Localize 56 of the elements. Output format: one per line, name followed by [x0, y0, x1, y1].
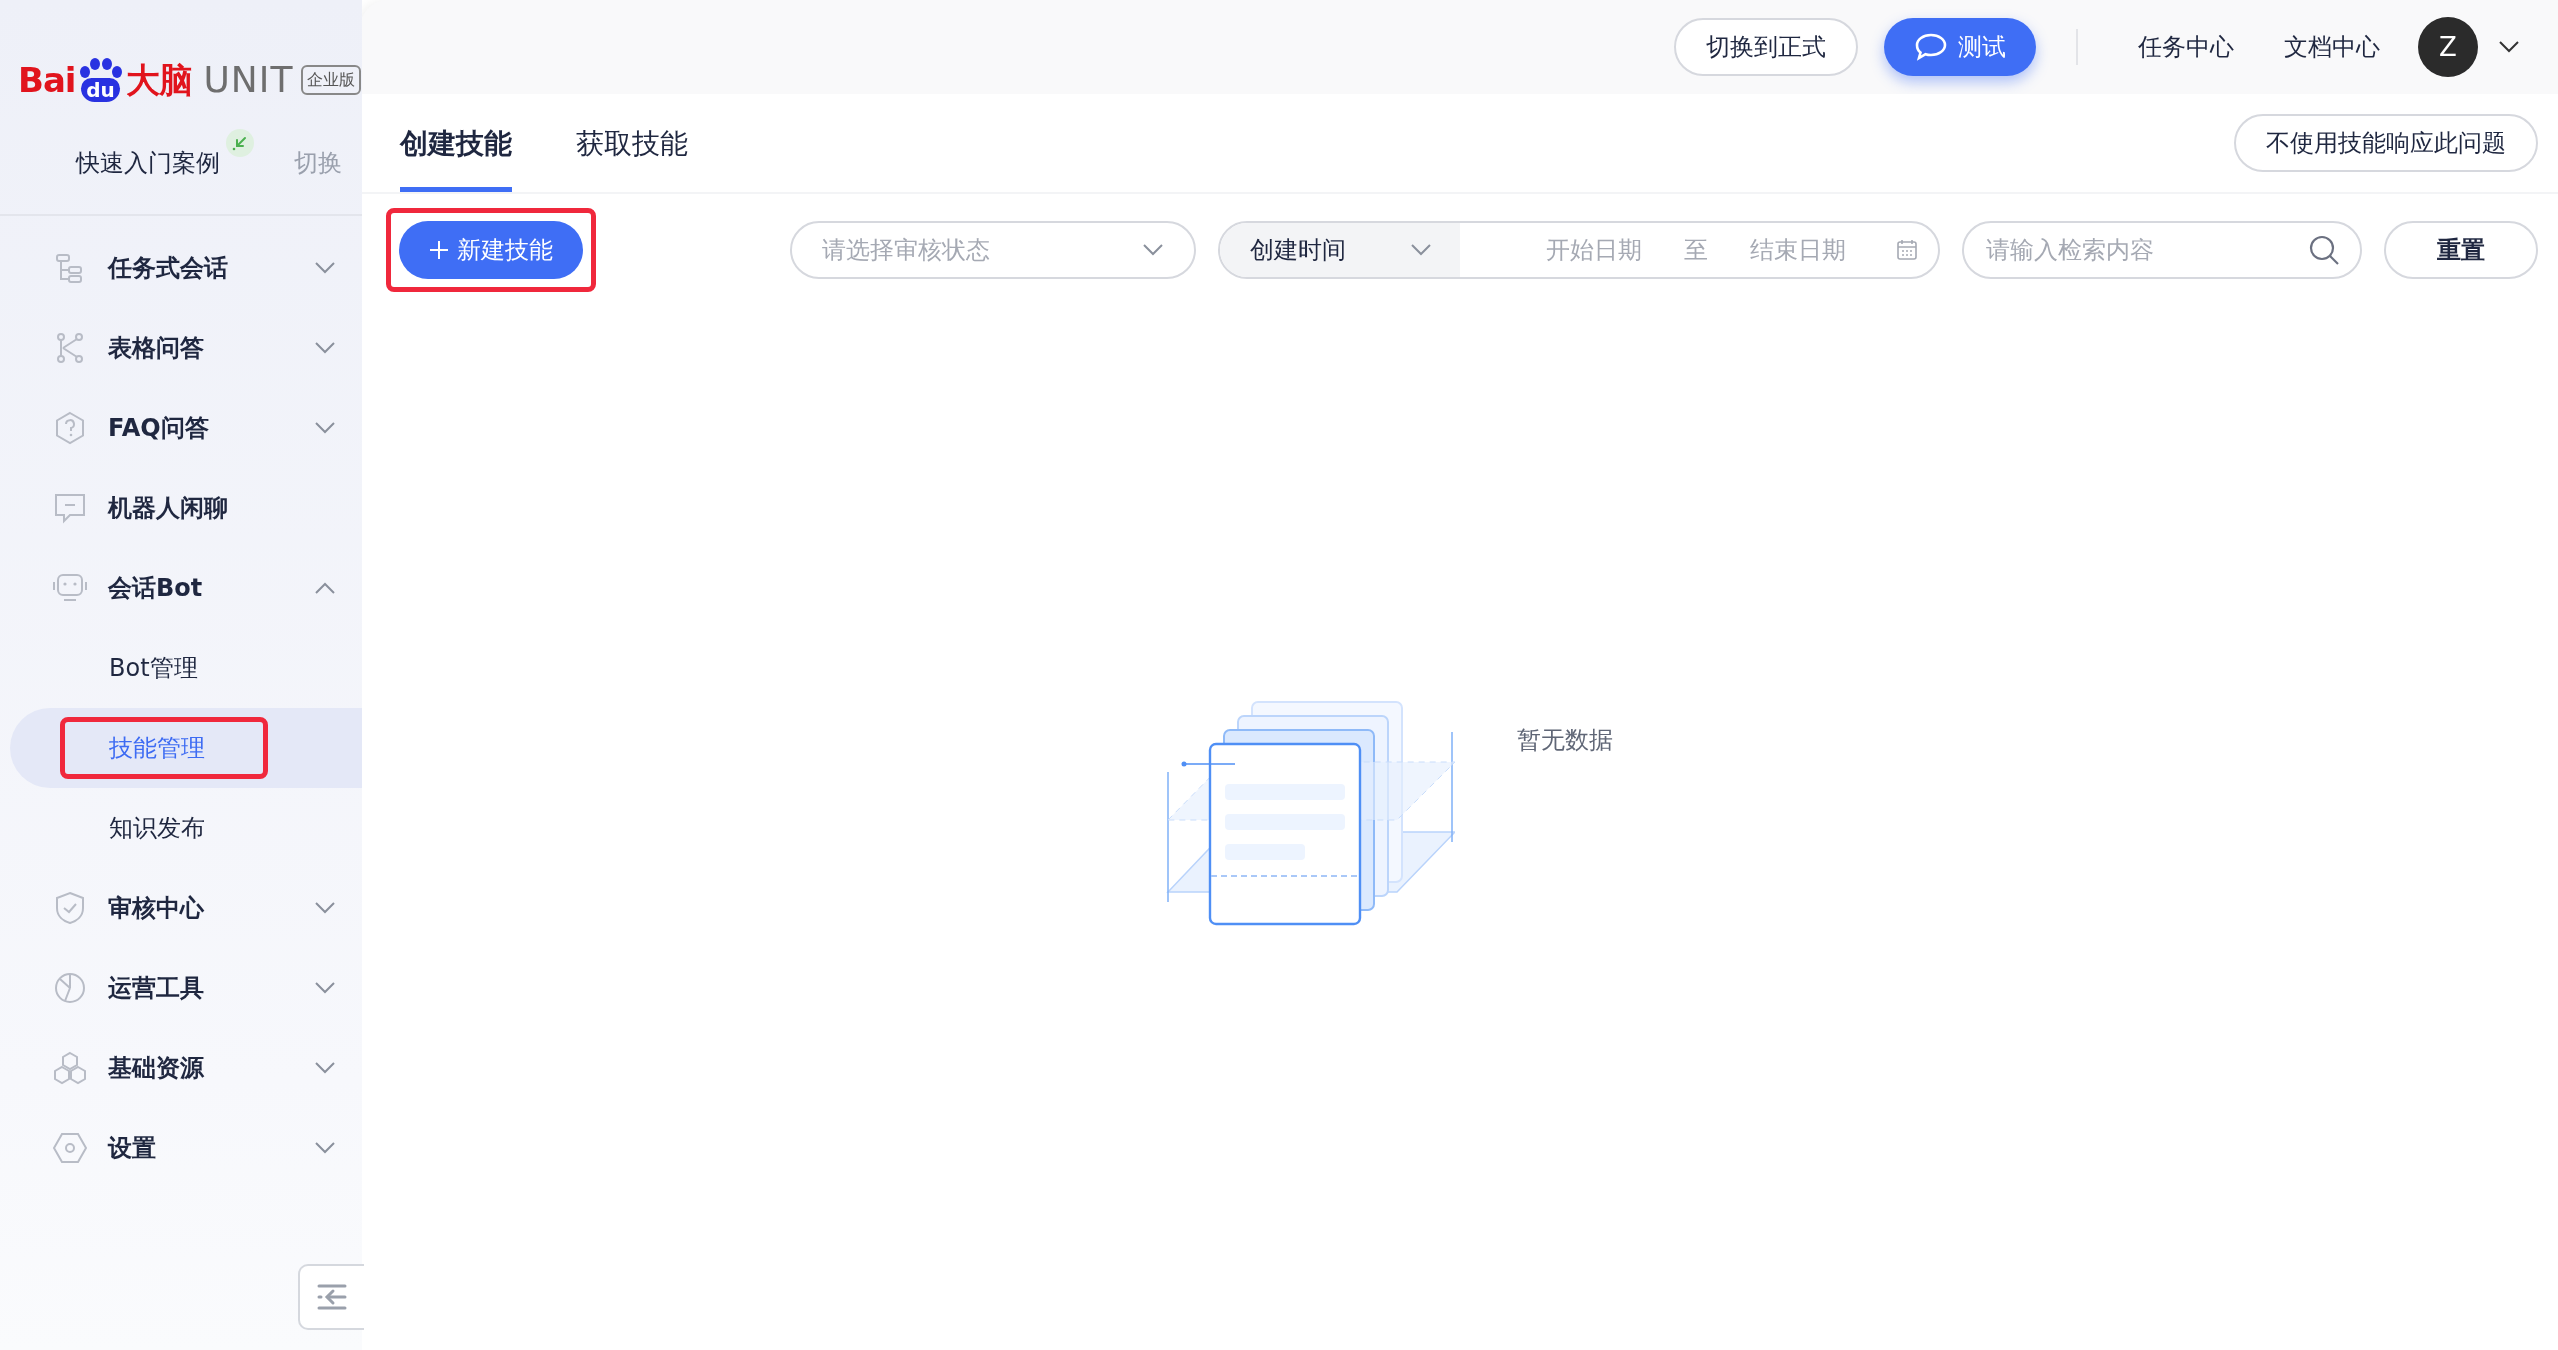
sidebar-item[interactable]: 机器人闲聊: [0, 468, 362, 548]
menu-item-icon: [54, 891, 86, 925]
switch-mode-button[interactable]: 切换到正式: [1674, 18, 1858, 76]
menu-item-icon: [53, 1132, 87, 1164]
header-link[interactable]: 文档中心: [2272, 29, 2392, 65]
menu-item-icon: [52, 572, 88, 604]
sidebar-item[interactable]: 任务式会话: [0, 228, 362, 308]
empty-state-text: 暂无数据: [1517, 725, 1613, 756]
pin-badge-icon: [226, 129, 254, 157]
sidebar-subitem[interactable]: 知识发布: [60, 797, 268, 859]
sidebar-item[interactable]: 表格问答: [0, 308, 362, 388]
menu-item-icon: [54, 332, 86, 364]
sidebar-item[interactable]: 会话Bot: [0, 548, 362, 628]
test-button[interactable]: 测试: [1884, 18, 2036, 76]
menu-item-icon: [53, 491, 87, 525]
menu-item-icon: [53, 971, 87, 1005]
sidebar-item[interactable]: 基础资源: [0, 1028, 362, 1108]
sidebar-subitem[interactable]: 技能管理: [60, 717, 268, 779]
edition-badge: 企业版: [301, 65, 362, 95]
chevron-down-icon: [1142, 243, 1164, 257]
sidebar-item[interactable]: FAQ问答: [0, 388, 362, 468]
menu-item-icon: [51, 1051, 89, 1085]
tab[interactable]: 获取技能: [576, 123, 688, 192]
collapse-icon: [317, 1284, 347, 1310]
logo-text: UNIT: [203, 58, 294, 102]
search-input[interactable]: 请输入检索内容: [1986, 232, 2308, 268]
user-avatar[interactable]: Z: [2418, 17, 2478, 77]
logo-text: 大脑: [125, 58, 192, 102]
search-field[interactable]: 请输入检索内容: [1962, 221, 2362, 279]
sidebar-item[interactable]: 审核中心: [0, 868, 362, 948]
logo-text: Bai: [18, 58, 76, 102]
end-date-field[interactable]: 结束日期: [1728, 232, 1868, 268]
search-icon[interactable]: [2308, 234, 2340, 266]
dropdown-caret-icon: [2498, 40, 2520, 54]
calendar-icon: [1896, 239, 1918, 261]
paw-icon: [78, 58, 123, 78]
collapse-sidebar-button[interactable]: [298, 1264, 364, 1330]
chevron-down-icon: [1410, 243, 1432, 257]
new-skill-button[interactable]: 新建技能: [399, 221, 583, 279]
sidebar-item[interactable]: 设置: [0, 1108, 362, 1188]
range-separator: 至: [1684, 235, 1708, 266]
sidebar-subitem[interactable]: Bot管理: [60, 637, 268, 699]
status-select[interactable]: 请选择审核状态: [790, 221, 1196, 279]
header-link[interactable]: 任务中心: [2126, 29, 2246, 65]
chat-bubble-icon: [1914, 32, 1948, 62]
reset-button[interactable]: 重置: [2384, 221, 2538, 279]
sidebar-item[interactable]: 运营工具: [0, 948, 362, 1028]
plus-icon: [429, 240, 449, 260]
no-skill-response-button[interactable]: 不使用技能响应此问题: [2234, 114, 2538, 172]
status-select-input[interactable]: 请选择审核状态: [822, 232, 1142, 268]
logo-text: du: [81, 78, 120, 102]
tab[interactable]: 创建技能: [400, 123, 512, 192]
quickstart-label: 快速入门案例: [76, 148, 220, 179]
start-date-field[interactable]: 开始日期: [1524, 232, 1664, 268]
date-type-select[interactable]: 创建时间: [1220, 223, 1460, 277]
menu-item-icon: [53, 411, 87, 445]
